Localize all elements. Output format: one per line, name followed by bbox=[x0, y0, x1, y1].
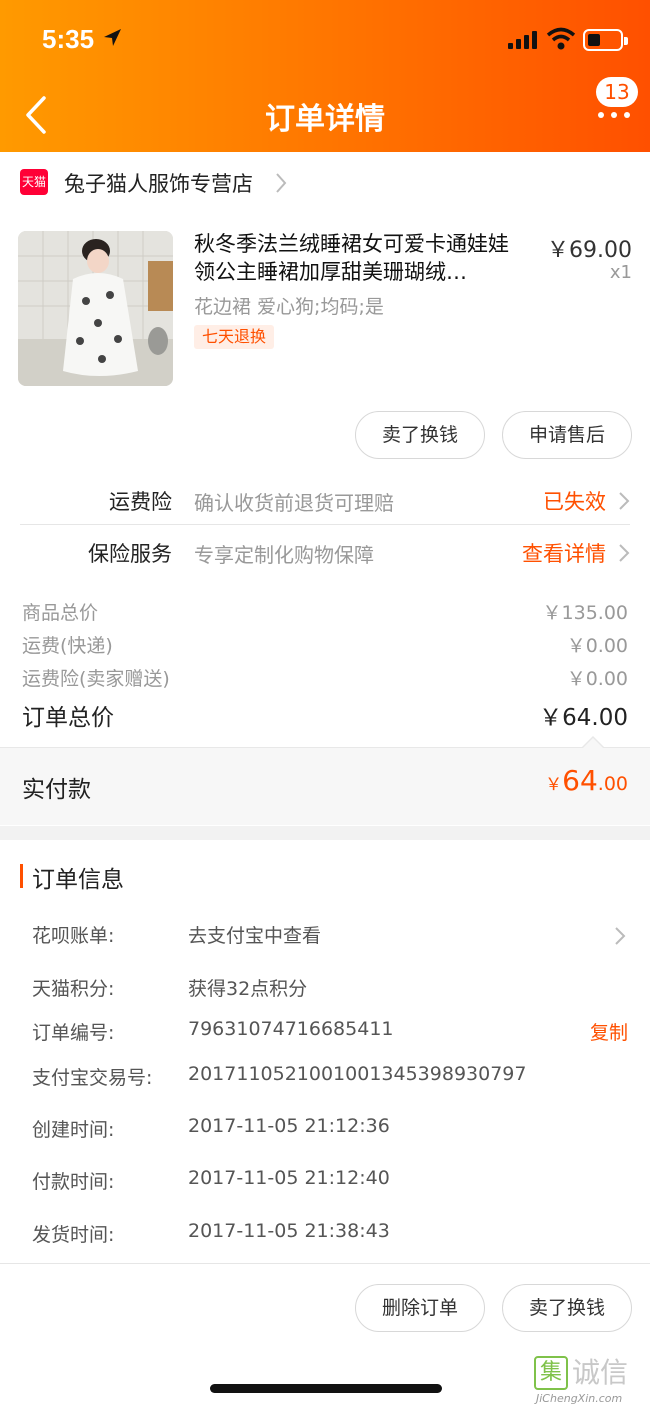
wifi-icon bbox=[546, 27, 576, 50]
paid-time-row: 付款时间: 2017-11-05 21:12:40 bbox=[0, 1163, 650, 1199]
info-key: 支付宝交易号: bbox=[32, 1067, 153, 1089]
order-number-value: 79631074716685411 bbox=[188, 1018, 394, 1040]
shipping-insurance-fee-value: ￥0.00 bbox=[566, 668, 628, 690]
insurance-service-label: 保险服务 bbox=[88, 542, 172, 566]
info-value: 2017110521001001345398930797 bbox=[188, 1063, 527, 1085]
shipping-insurance-status: 已失效 bbox=[543, 490, 606, 514]
tmall-points-row: 天猫积分: 获得32点积分 bbox=[0, 970, 650, 1006]
divider bbox=[20, 524, 630, 525]
watermark-text: 诚信 bbox=[572, 1356, 629, 1389]
info-value: 获得32点积分 bbox=[188, 978, 308, 1000]
shipping-insurance-desc: 确认收货前退货可理赔 bbox=[194, 491, 394, 515]
info-value: 2017-11-05 21:12:36 bbox=[188, 1115, 390, 1137]
battery-icon bbox=[583, 29, 628, 51]
info-value: 2017-11-05 21:38:43 bbox=[188, 1220, 390, 1242]
order-info-title: 订单信息 bbox=[32, 867, 124, 893]
goods-total-row: 商品总价 ￥135.00 bbox=[22, 598, 628, 628]
dot-icon bbox=[611, 112, 617, 118]
store-row[interactable]: 天猫 兔子猫人服饰专营店 bbox=[0, 152, 650, 212]
info-key: 花呗账单: bbox=[32, 925, 115, 947]
shipping-fee-label: 运费(快递) bbox=[22, 635, 113, 657]
signal-icon bbox=[508, 31, 537, 49]
notch-decoration-inner bbox=[583, 738, 603, 748]
delete-order-button[interactable]: 删除订单 bbox=[355, 1284, 485, 1332]
order-total-label: 订单总价 bbox=[22, 705, 114, 731]
info-value: 去支付宝中查看 bbox=[188, 925, 322, 947]
info-key: 订单编号: bbox=[32, 1022, 115, 1044]
info-key: 付款时间: bbox=[32, 1171, 115, 1193]
chevron-right-icon bbox=[619, 544, 630, 562]
amount-decimal: .00 bbox=[597, 773, 628, 795]
shipping-fee-row: 运费(快递) ￥0.00 bbox=[22, 631, 628, 661]
shipping-insurance-row[interactable]: 运费险 确认收货前退货可理赔 已失效 bbox=[0, 474, 650, 526]
copy-button[interactable]: 复制 bbox=[590, 1018, 628, 1045]
actual-payment-label: 实付款 bbox=[22, 777, 91, 803]
insurance-service-desc: 专享定制化购物保障 bbox=[194, 543, 374, 567]
store-name: 兔子猫人服饰专营店 bbox=[64, 172, 253, 196]
info-value: 2017-11-05 21:12:40 bbox=[188, 1167, 390, 1189]
home-indicator[interactable] bbox=[210, 1384, 442, 1393]
tmall-logo: 天猫 bbox=[20, 169, 48, 195]
info-key: 创建时间: bbox=[32, 1119, 115, 1141]
app-header: 5:35 订单详情 13 bbox=[0, 0, 650, 152]
dot-icon bbox=[624, 112, 630, 118]
product-image[interactable] bbox=[18, 231, 173, 386]
actual-payment-amount: ￥64.00 bbox=[545, 764, 628, 797]
created-time-row: 创建时间: 2017-11-05 21:12:36 bbox=[0, 1111, 650, 1147]
goods-total-label: 商品总价 bbox=[22, 602, 99, 624]
shipping-fee-value: ￥0.00 bbox=[566, 635, 628, 657]
product-photo-illustration bbox=[18, 231, 173, 386]
currency-symbol: ￥ bbox=[545, 775, 563, 795]
product-quantity: x1 bbox=[609, 262, 632, 283]
dot-icon bbox=[598, 112, 604, 118]
huabei-bill-row[interactable]: 花呗账单: 去支付宝中查看 bbox=[0, 917, 650, 953]
chevron-right-icon bbox=[619, 492, 630, 510]
order-total-value: ￥64.00 bbox=[539, 705, 628, 731]
product-price: ￥69.00 bbox=[547, 238, 632, 263]
section-accent-bar bbox=[20, 864, 23, 888]
product-title[interactable]: 秋冬季法兰绒睡裙女可爱卡通娃娃领公主睡裙加厚甜美珊瑚绒… bbox=[194, 230, 524, 286]
alipay-trade-number-row: 支付宝交易号: 2017110521001001345398930797 bbox=[0, 1059, 650, 1095]
status-time: 5:35 bbox=[42, 24, 95, 54]
amount-integer: 64 bbox=[562, 764, 598, 797]
product-spec: 花边裙 爱心狗;均码;是 bbox=[194, 296, 384, 318]
page-title: 订单详情 bbox=[265, 102, 385, 137]
order-total-row: 订单总价 ￥64.00 bbox=[22, 698, 628, 732]
message-count-badge: 13 bbox=[596, 77, 638, 107]
section-gap bbox=[0, 826, 650, 840]
location-arrow-icon bbox=[104, 29, 121, 46]
shipping-insurance-label: 运费险 bbox=[109, 490, 172, 514]
insurance-service-row[interactable]: 保险服务 专享定制化购物保障 查看详情 bbox=[0, 526, 650, 578]
shipping-insurance-fee-row: 运费险(卖家赠送) ￥0.00 bbox=[22, 664, 628, 694]
shipping-insurance-fee-label: 运费险(卖家赠送) bbox=[22, 668, 170, 690]
return-policy-tag: 七天退换 bbox=[194, 325, 275, 349]
watermark-subtext: JiChengXin.com bbox=[536, 1392, 623, 1405]
actual-payment-box: 实付款 ￥64.00 bbox=[0, 747, 650, 825]
apply-after-sale-button[interactable]: 申请售后 bbox=[502, 411, 632, 459]
sell-for-cash-button[interactable]: 卖了换钱 bbox=[355, 411, 485, 459]
goods-total-value: ￥135.00 bbox=[542, 602, 628, 624]
chevron-right-icon bbox=[276, 173, 287, 193]
order-number-row: 订单编号: 79631074716685411 复制 bbox=[0, 1014, 650, 1050]
sell-for-cash-bottom-button[interactable]: 卖了换钱 bbox=[502, 1284, 632, 1332]
watermark-mark: 集 bbox=[534, 1356, 568, 1390]
bottom-divider bbox=[0, 1263, 650, 1264]
info-key: 发货时间: bbox=[32, 1224, 115, 1246]
insurance-service-status: 查看详情 bbox=[522, 542, 606, 566]
chevron-right-icon bbox=[615, 927, 626, 945]
info-key: 天猫积分: bbox=[32, 978, 115, 1000]
watermark-logo: 集 诚信 JiChengXin.com bbox=[534, 1356, 650, 1407]
shipped-time-row: 发货时间: 2017-11-05 21:38:43 bbox=[0, 1216, 650, 1252]
more-menu-button[interactable] bbox=[594, 104, 634, 124]
